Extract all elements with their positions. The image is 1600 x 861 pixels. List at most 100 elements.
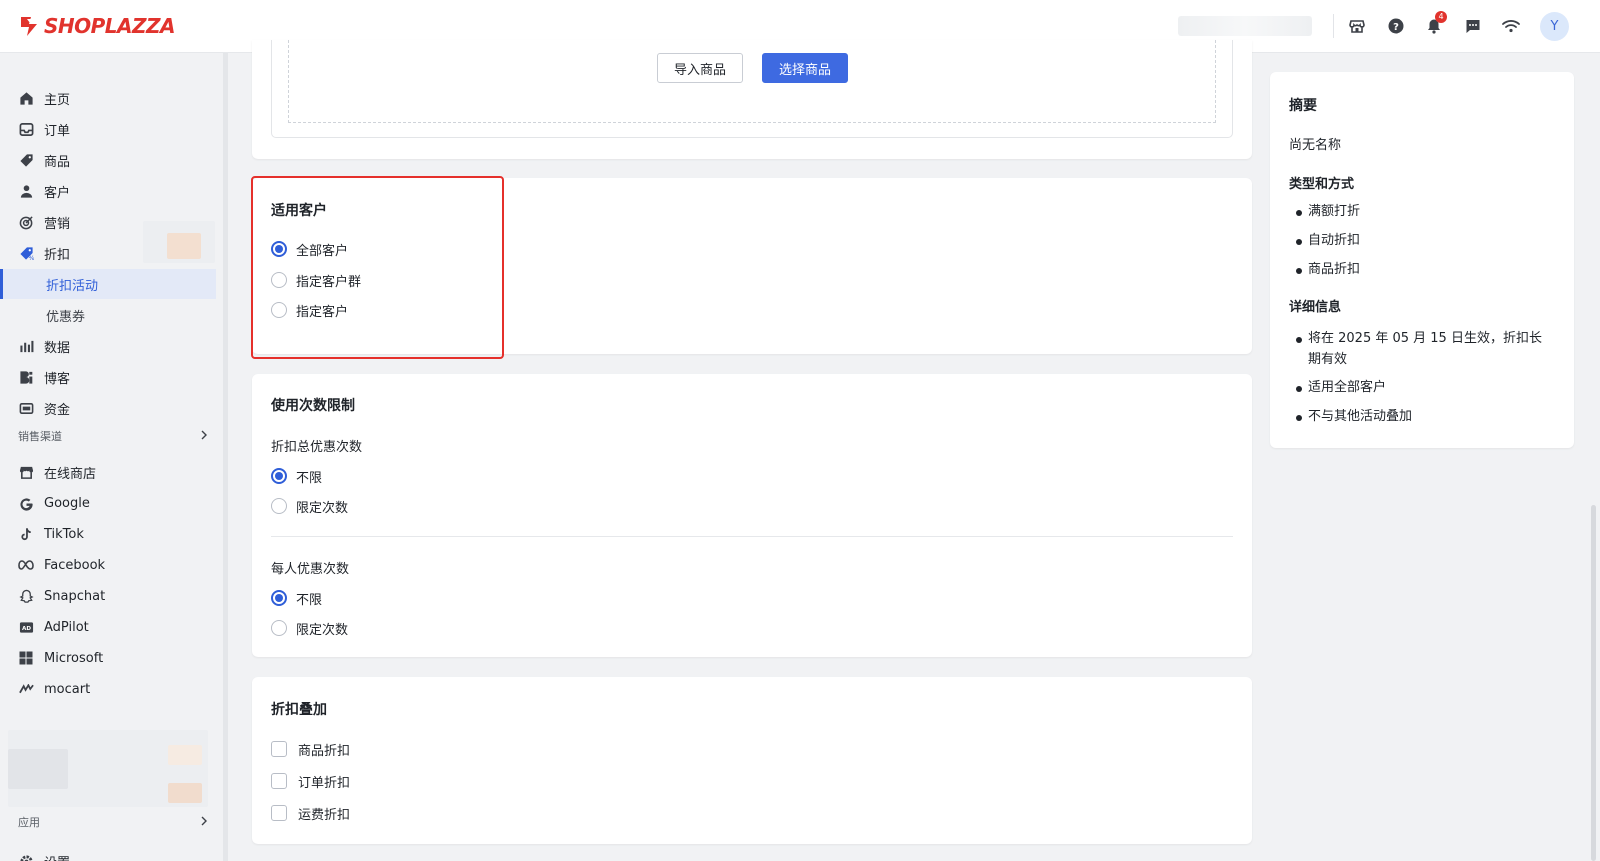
store-icon[interactable]: [1345, 14, 1369, 38]
bullet: [1296, 239, 1302, 245]
meta-icon: [18, 557, 34, 573]
usage-limit-card: 使用次数限制 折扣总优惠次数 不限 限定次数 每人优惠次数 不限 限定次数: [252, 374, 1252, 657]
chevron-right-icon: [200, 816, 208, 829]
shoplazza-logo[interactable]: SHOPLAZZA: [18, 14, 176, 38]
sidebar-channel-online-store[interactable]: 在线商店: [0, 457, 216, 487]
import-products-button[interactable]: 导入商品: [657, 53, 743, 83]
bullet: [1296, 268, 1302, 274]
chat-icon[interactable]: [1461, 14, 1485, 38]
summary-detail-line: 将在 2025 年 05 月 15 日生效，折扣长: [1308, 331, 1542, 346]
radio-total-unlimited[interactable]: 不限: [271, 466, 322, 486]
bell-icon[interactable]: 4: [1422, 11, 1447, 38]
checkbox-indicator: [271, 773, 287, 789]
summary-detail-item: 适用全部客户: [1308, 380, 1387, 395]
blurred-region: [167, 233, 201, 259]
summary-detail-line: 期有效: [1308, 352, 1348, 367]
checkbox-indicator: [271, 741, 287, 757]
per-person-usage-label: 每人优惠次数: [271, 562, 350, 577]
radio-indicator: [271, 241, 287, 257]
tiktok-icon: [18, 526, 34, 542]
sidebar-scrollbar[interactable]: [223, 53, 228, 861]
sidebar: 主页 订单 商品 客户 营销 % 折扣 折扣活动 优惠券 数据 博客 资金 销售…: [0, 53, 226, 861]
radio-customer-groups[interactable]: 指定客户群: [271, 270, 361, 290]
radio-indicator: [271, 498, 287, 514]
sidebar-channel-adpilot[interactable]: AD AdPilot: [0, 612, 216, 642]
sidebar-channel-facebook[interactable]: Facebook: [0, 550, 216, 580]
blurred-region: [8, 749, 68, 789]
summary-name: 尚无名称: [1289, 138, 1342, 153]
target-icon: [18, 214, 34, 230]
summary-detail-heading: 详细信息: [1289, 300, 1342, 315]
sidebar-item-orders[interactable]: 订单: [0, 114, 216, 144]
sidebar-item-customers[interactable]: 客户: [0, 176, 216, 206]
wifi-icon[interactable]: [1499, 14, 1523, 38]
discount-icon: %: [18, 245, 34, 261]
inbox-icon: [18, 121, 34, 137]
total-usage-label: 折扣总优惠次数: [271, 440, 363, 455]
tag-icon: [18, 152, 34, 168]
sidebar-channel-microsoft[interactable]: Microsoft: [0, 643, 216, 673]
select-products-button[interactable]: 选择商品: [762, 53, 848, 83]
sidebar-item-settings[interactable]: 设置: [0, 846, 216, 861]
sidebar-subitem-coupons[interactable]: 优惠券: [0, 300, 216, 330]
mocart-icon: [18, 681, 34, 697]
store-name-blurred[interactable]: [1178, 16, 1312, 36]
radio-indicator: [271, 468, 287, 484]
discount-stacking-title: 折扣叠加: [271, 702, 327, 718]
user-avatar[interactable]: Y: [1540, 12, 1569, 41]
products-card: 导入商品 选择商品: [252, 40, 1252, 159]
summary-type-item: 商品折扣: [1308, 262, 1361, 277]
sidebar-channel-mocart[interactable]: mocart: [0, 674, 216, 704]
radio-specific-customers[interactable]: 指定客户: [271, 300, 348, 320]
checkbox-order-discount[interactable]: 订单折扣: [271, 771, 350, 791]
blog-icon: [18, 369, 34, 385]
svg-text:?: ?: [1393, 22, 1399, 33]
bullet: [1296, 415, 1302, 421]
checkbox-indicator: [271, 805, 287, 821]
checkbox-product-discount[interactable]: 商品折扣: [271, 739, 350, 759]
help-icon[interactable]: ?: [1384, 14, 1408, 38]
ghost-icon: [18, 588, 34, 604]
usage-limit-title: 使用次数限制: [271, 398, 355, 414]
applicable-customers-card: 适用客户 全部客户 指定客户群 指定客户: [252, 178, 1252, 354]
products-dropzone[interactable]: [288, 40, 1216, 123]
summary-type-heading: 类型和方式: [1289, 177, 1355, 192]
radio-per-person-limited[interactable]: 限定次数: [271, 618, 348, 638]
radio-indicator: [271, 272, 287, 288]
apps-header[interactable]: 应用: [18, 812, 208, 832]
sidebar-item-products[interactable]: 商品: [0, 145, 216, 175]
summary-title: 摘要: [1289, 98, 1317, 114]
sidebar-item-analytics[interactable]: 数据: [0, 331, 216, 361]
radio-per-person-unlimited[interactable]: 不限: [271, 588, 322, 608]
radio-indicator: [271, 620, 287, 636]
windows-icon: [18, 650, 34, 666]
store-icon: [18, 464, 34, 480]
sidebar-item-home[interactable]: 主页: [0, 83, 216, 113]
summary-type-item: 自动折扣: [1308, 233, 1361, 248]
sidebar-channel-tiktok[interactable]: TikTok: [0, 519, 216, 549]
logo-text: SHOPLAZZA: [44, 14, 176, 38]
checkbox-shipping-discount[interactable]: 运费折扣: [271, 803, 350, 823]
blurred-region: [168, 745, 202, 765]
page-scrollbar[interactable]: [1591, 505, 1596, 861]
sidebar-subitem-discount-activities[interactable]: 折扣活动: [0, 269, 216, 299]
person-icon: [18, 183, 34, 199]
bullet: [1296, 337, 1302, 343]
discount-stacking-card: 折扣叠加 商品折扣 订单折扣 运费折扣: [252, 677, 1252, 844]
radio-total-limited[interactable]: 限定次数: [271, 496, 348, 516]
radio-indicator: [271, 302, 287, 318]
sidebar-item-finance[interactable]: 资金: [0, 393, 216, 423]
blurred-region: [168, 783, 202, 803]
radio-indicator: [271, 590, 287, 606]
gear-icon: [18, 853, 34, 861]
radio-all-customers[interactable]: 全部客户: [271, 239, 348, 259]
applicable-customers-title: 适用客户: [271, 203, 327, 219]
sidebar-item-blog[interactable]: 博客: [0, 362, 216, 392]
sidebar-channel-snapchat[interactable]: Snapchat: [0, 581, 216, 611]
bullet: [1296, 386, 1302, 392]
sales-channels-header[interactable]: 销售渠道: [18, 426, 208, 446]
sidebar-channel-google[interactable]: Google: [0, 488, 216, 518]
notification-badge: 4: [1435, 11, 1447, 23]
bar-chart-icon: [18, 338, 34, 354]
home-icon: [18, 90, 34, 106]
